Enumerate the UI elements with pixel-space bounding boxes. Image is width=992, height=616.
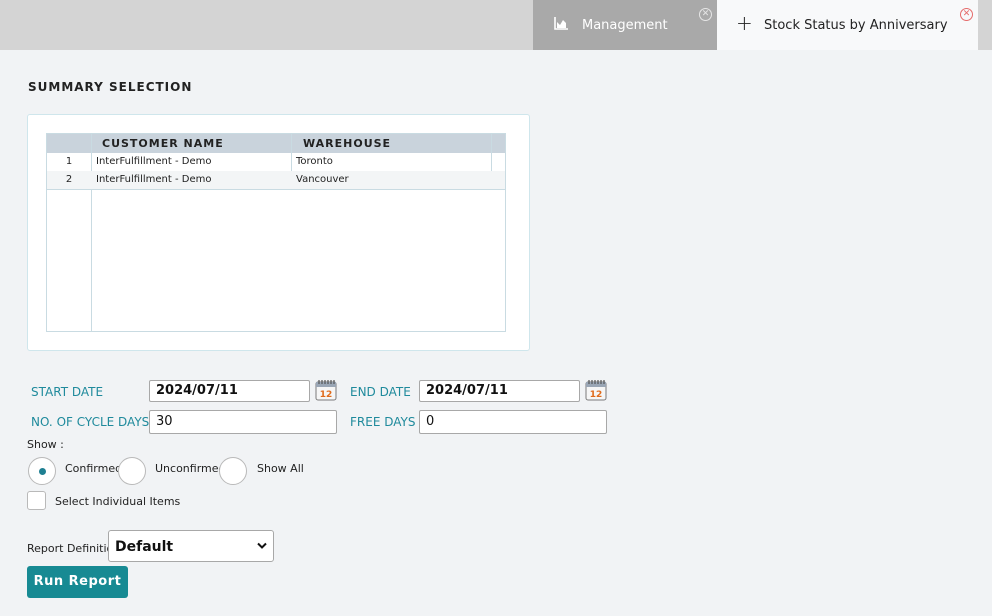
row-number: 2 — [65, 174, 73, 185]
report-definition-value: Default — [115, 539, 174, 555]
radio-show-all[interactable] — [219, 457, 247, 485]
start-date-input[interactable]: 2024/07/11 — [149, 380, 310, 402]
row-number: 1 — [65, 156, 73, 167]
report-definition-label: Report Definition — [27, 542, 121, 555]
radio-show-all-label[interactable]: Show All — [257, 462, 304, 475]
cell-warehouse: Vancouver — [296, 174, 349, 185]
free-days-label: FREE DAYS — [350, 415, 416, 429]
radio-confirmed-label[interactable]: Confirmed — [65, 462, 122, 475]
area-chart-icon — [554, 17, 568, 30]
tab-management[interactable]: Management ✕ — [533, 0, 717, 50]
run-report-button[interactable]: Run Report — [27, 566, 128, 598]
calendar-icon[interactable]: 12 — [315, 379, 337, 401]
table-row[interactable]: 1 InterFulfillment - Demo Toronto — [47, 153, 505, 172]
select-individual-items-label[interactable]: Select Individual Items — [55, 495, 180, 508]
cell-customer-name: InterFulfillment - Demo — [96, 174, 212, 185]
cell-warehouse: Toronto — [296, 156, 333, 167]
show-label: Show : — [27, 438, 64, 451]
tab-stock-status[interactable]: + Stock Status by Anniversary ✕ — [717, 0, 978, 50]
tab-management-label: Management — [582, 18, 668, 33]
table-row[interactable]: 2 InterFulfillment - Demo Vancouver — [47, 171, 505, 190]
radio-unconfirmed-label[interactable]: Unconfirmed — [155, 462, 226, 475]
grid-header: CUSTOMER NAME WAREHOUSE — [47, 134, 505, 153]
svg-text:12: 12 — [590, 390, 603, 400]
start-date-label: START DATE — [31, 385, 104, 399]
summary-grid: CUSTOMER NAME WAREHOUSE 1 InterFulfillme… — [46, 133, 506, 332]
calendar-icon[interactable]: 12 — [585, 379, 607, 401]
cell-customer-name: InterFulfillment - Demo — [96, 156, 212, 167]
section-title: SUMMARY SELECTION — [28, 80, 193, 94]
column-header-warehouse[interactable]: WAREHOUSE — [303, 134, 391, 153]
summary-grid-panel: CUSTOMER NAME WAREHOUSE 1 InterFulfillme… — [27, 114, 530, 351]
radio-selected-dot — [39, 468, 46, 475]
end-date-input[interactable]: 2024/07/11 — [419, 380, 580, 402]
svg-text:12: 12 — [320, 390, 333, 400]
radio-confirmed[interactable] — [28, 457, 56, 485]
cycle-days-label: NO. OF CYCLE DAYS — [31, 415, 150, 429]
report-definition-select[interactable]: Default — [108, 530, 274, 562]
plus-icon: + — [736, 11, 753, 35]
tab-stock-status-label: Stock Status by Anniversary — [764, 18, 948, 33]
chevron-down-icon — [257, 542, 267, 549]
close-icon[interactable]: ✕ — [960, 8, 973, 21]
select-individual-items-checkbox[interactable] — [27, 491, 46, 510]
cycle-days-input[interactable]: 30 — [149, 410, 337, 434]
column-header-customer-name[interactable]: CUSTOMER NAME — [102, 134, 224, 153]
free-days-input[interactable]: 0 — [419, 410, 607, 434]
close-icon[interactable]: ✕ — [699, 8, 712, 21]
radio-unconfirmed[interactable] — [118, 457, 146, 485]
end-date-label: END DATE — [350, 385, 411, 399]
